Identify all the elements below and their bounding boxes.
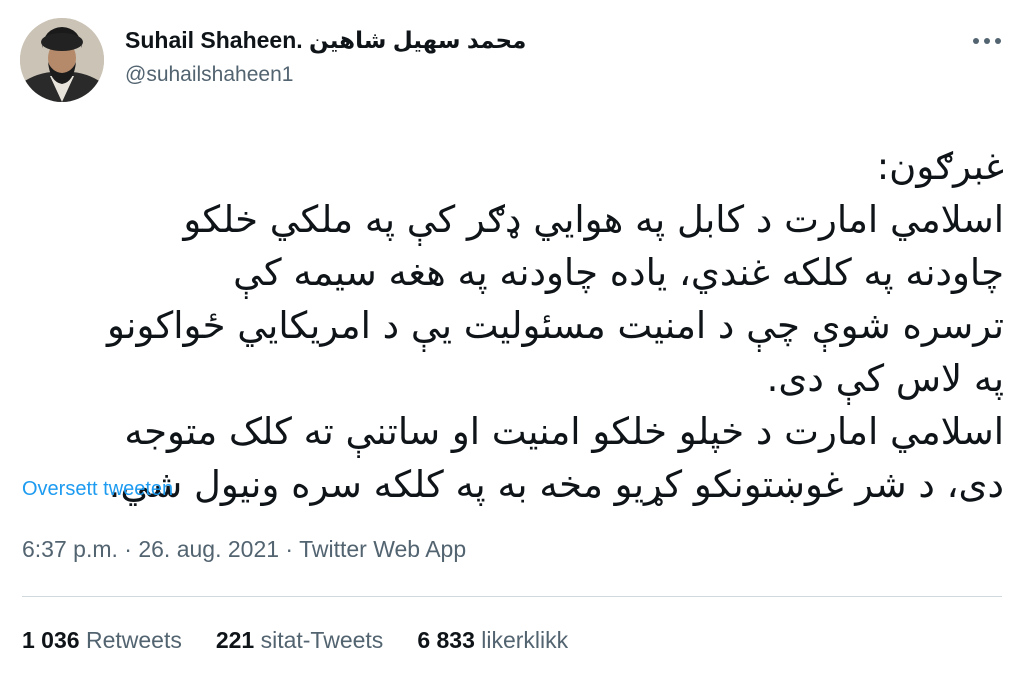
retweets-label: Retweets bbox=[85, 627, 182, 653]
likes-label: likerklikk bbox=[481, 627, 569, 653]
tweet-metadata: 6:37 p.m. · 26. aug. 2021 · Twitter Web … bbox=[22, 536, 466, 563]
tweet-line: په لاس کې دی. bbox=[766, 357, 1004, 400]
retweets-stat[interactable]: 1 036 Retweets bbox=[22, 627, 182, 654]
tweet-line: اسلامي امارت د کابل په هوايي ډګر کې په م… bbox=[183, 198, 1004, 241]
quote-tweets-stat[interactable]: 221 sitat-Tweets bbox=[216, 627, 383, 654]
quote-tweets-count: 221 bbox=[215, 627, 255, 653]
avatar[interactable] bbox=[20, 18, 104, 102]
avatar-image bbox=[20, 18, 104, 102]
separator: · bbox=[285, 536, 294, 562]
tweet-stats: 1 036 Retweets 221 sitat-Tweets 6 833 li… bbox=[22, 627, 568, 654]
likes-stat[interactable]: 6 833 likerklikk bbox=[417, 627, 568, 654]
tweet-line: چاودنه په کلکه غندي، ياده چاودنه په هغه … bbox=[233, 251, 1004, 294]
translate-tweet-link[interactable]: Oversett tweeten bbox=[22, 478, 173, 501]
more-options-button[interactable] bbox=[964, 28, 1010, 54]
retweets-count: 1 036 bbox=[22, 627, 80, 653]
likes-count: 6 833 bbox=[417, 627, 475, 653]
more-horizontal-icon bbox=[973, 38, 1001, 44]
tweet-line: ترسره شوې چې د امنيت مسئوليت يې د امريکا… bbox=[107, 304, 1004, 347]
tweet-line: غبرګون: bbox=[876, 145, 1004, 188]
tweet-text: غبرګون: اسلامي امارت د کابل په هوايي ډګر… bbox=[22, 140, 1004, 511]
tweet-line: اسلامي امارت د خپلو خلکو امنيت او ساتنې … bbox=[124, 410, 1004, 453]
tweet-source[interactable]: Twitter Web App bbox=[299, 536, 466, 562]
tweet-time[interactable]: 6:37 p.m. bbox=[22, 536, 118, 562]
separator: · bbox=[124, 536, 132, 562]
display-name[interactable]: Suhail Shaheen. محمد سهیل شاهين bbox=[125, 27, 526, 54]
quote-tweets-label: sitat-Tweets bbox=[260, 627, 384, 653]
tweet-date[interactable]: 26. aug. 2021 bbox=[138, 536, 279, 562]
divider bbox=[22, 596, 1002, 597]
user-handle[interactable]: @suhailshaheen1 bbox=[125, 63, 293, 87]
